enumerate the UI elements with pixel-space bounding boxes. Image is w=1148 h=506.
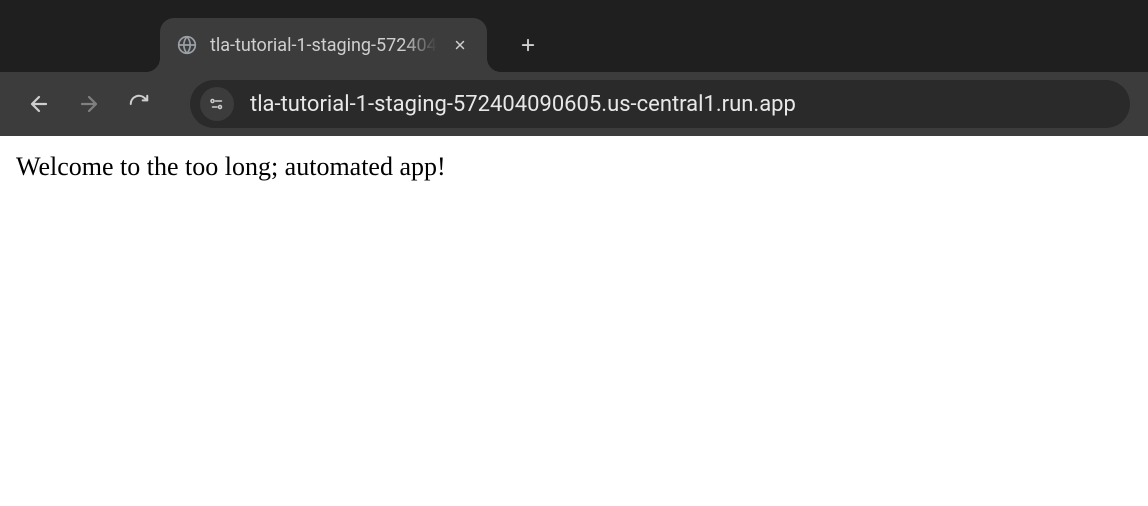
close-icon[interactable]	[449, 34, 471, 56]
browser-tab[interactable]: tla-tutorial-1-staging-572404	[160, 18, 487, 72]
toolbar: tla-tutorial-1-staging-572404090605.us-c…	[0, 72, 1148, 136]
forward-button[interactable]	[68, 83, 110, 125]
site-controls-icon[interactable]	[200, 87, 234, 121]
back-button[interactable]	[18, 83, 60, 125]
globe-icon	[176, 34, 198, 56]
tab-strip: tla-tutorial-1-staging-572404	[0, 0, 1148, 72]
tab-title: tla-tutorial-1-staging-572404	[210, 35, 437, 56]
address-bar[interactable]: tla-tutorial-1-staging-572404090605.us-c…	[190, 80, 1130, 128]
browser-chrome: tla-tutorial-1-staging-572404	[0, 0, 1148, 136]
page-body-text: Welcome to the too long; automated app!	[16, 152, 1132, 182]
page-content: Welcome to the too long; automated app!	[0, 136, 1148, 198]
reload-button[interactable]	[118, 83, 160, 125]
new-tab-button[interactable]	[509, 26, 547, 64]
url-text: tla-tutorial-1-staging-572404090605.us-c…	[250, 92, 1120, 117]
